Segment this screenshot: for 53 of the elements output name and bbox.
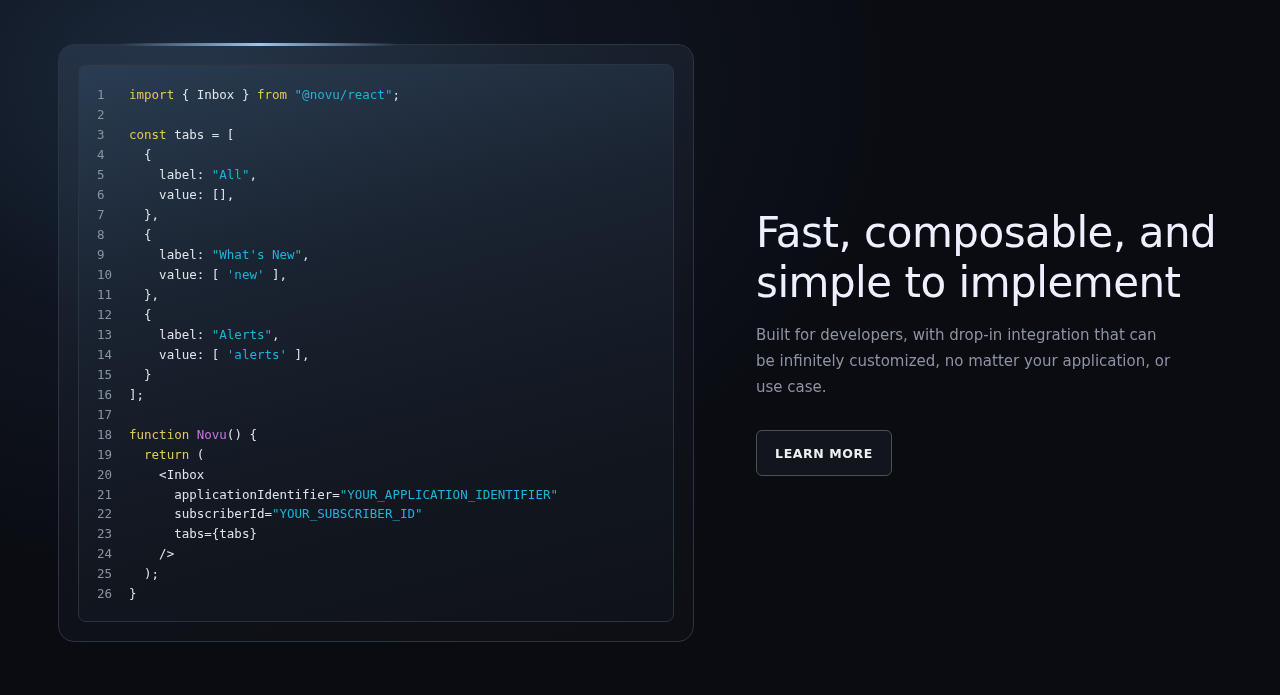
- line-number: 7: [96, 207, 106, 223]
- line-number: 20: [96, 466, 114, 482]
- code-line: import { Inbox } from "@novu/react";: [129, 87, 400, 103]
- line-number: 25: [96, 566, 114, 582]
- line-number: 3: [96, 127, 106, 143]
- line-number: 23: [96, 526, 114, 542]
- code-line: function Novu() {: [129, 426, 257, 442]
- line-number: 9: [96, 247, 106, 263]
- code-line: <Inbox: [158, 466, 205, 482]
- line-number: 4: [96, 147, 106, 163]
- line-number: 10: [96, 267, 114, 283]
- code-line: }: [129, 586, 137, 602]
- code-line: },: [143, 207, 160, 223]
- code-line: const tabs = [: [129, 127, 235, 143]
- code-line: },: [143, 287, 160, 302]
- code-line: applicationIdentifier="YOUR_APPLICATION_IDENTIFIER": [173, 486, 558, 502]
- line-number: 17: [96, 406, 114, 422]
- code-line: {: [143, 147, 152, 163]
- line-number: 16: [96, 386, 114, 402]
- code-line: {: [143, 306, 152, 322]
- description: Built for developers, with drop-in integration that can be infinitely customized, no matter your application, or use case.: [756, 325, 1172, 398]
- line-number: 24: [96, 546, 114, 562]
- line-number: 8: [96, 227, 106, 243]
- line-number: 11: [96, 287, 114, 302]
- code-line: );: [143, 566, 160, 582]
- line-number: 13: [96, 326, 114, 342]
- line-number: 21: [96, 486, 114, 502]
- line-number: 5: [96, 167, 106, 183]
- line-number: 2: [96, 107, 106, 123]
- code-line: ];: [129, 386, 145, 402]
- code-line: return (: [143, 446, 205, 462]
- code-line: value: [ 'alerts' ],: [158, 346, 310, 362]
- code-line: {: [143, 227, 152, 243]
- code-line: }: [143, 366, 152, 382]
- line-number: 12: [96, 306, 114, 322]
- line-number: 26: [96, 586, 114, 602]
- line-number: 6: [96, 187, 106, 203]
- line-number: 18: [96, 426, 114, 442]
- line-number: 14: [96, 346, 114, 362]
- code-line: />: [158, 546, 175, 562]
- line-number: 15: [96, 366, 114, 382]
- code-line: label: "Alerts",: [158, 326, 280, 342]
- code-line: tabs={tabs}: [173, 526, 257, 542]
- code-line: label: "What's New",: [158, 247, 310, 263]
- code-line: label: "All",: [158, 167, 257, 183]
- learn-more-button[interactable]: LEARN MORE: [756, 430, 892, 476]
- code-line: value: [ 'new' ],: [158, 267, 288, 283]
- code-line: subscriberId="YOUR_SUBSCRIBER_ID": [173, 506, 423, 522]
- line-number: 19: [96, 446, 114, 462]
- line-number: 22: [96, 506, 114, 522]
- headline: Fast, composable, and simple to implement: [756, 208, 1218, 308]
- line-number: 1: [96, 87, 106, 103]
- code-line: value: [],: [158, 187, 235, 203]
